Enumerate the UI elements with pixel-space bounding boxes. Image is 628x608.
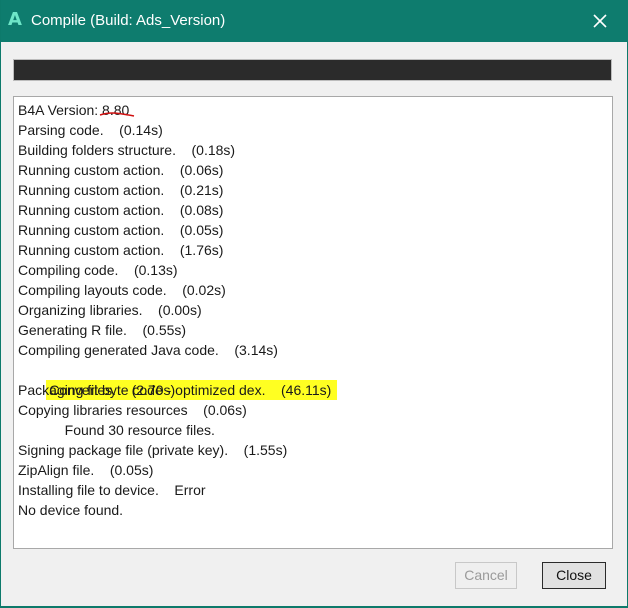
log-line: Parsing code. (0.14s) bbox=[18, 122, 163, 138]
title-bar[interactable]: A Compile (Build: Ads_Version) bbox=[1, 0, 628, 42]
log-line: Compiling layouts code. (0.02s) bbox=[18, 282, 226, 298]
log-line: Running custom action. (0.08s) bbox=[18, 202, 224, 218]
b4a-app-icon: A bbox=[8, 9, 22, 30]
compile-progress-bar bbox=[13, 59, 612, 81]
close-window-button[interactable] bbox=[585, 6, 615, 36]
log-line: Running custom action. (1.76s) bbox=[18, 242, 224, 258]
log-line: Copying libraries resources (0.06s) bbox=[18, 402, 247, 418]
log-line: Signing package file (private key). (1.5… bbox=[18, 442, 288, 458]
log-line: Found 30 resource files. bbox=[18, 422, 215, 438]
version-underline-mark bbox=[99, 112, 135, 117]
log-line: Installing file to device. Error bbox=[18, 482, 206, 498]
log-line: Compiling generated Java code. (3.14s) bbox=[18, 342, 278, 358]
close-icon bbox=[593, 14, 607, 28]
compile-log[interactable]: B4A Version: 8.80 Parsing code. (0.14s) … bbox=[13, 96, 613, 549]
log-line: Generating R file. (0.55s) bbox=[18, 322, 187, 338]
window-title: Compile (Build: Ads_Version) bbox=[31, 12, 226, 29]
log-line: No device found. bbox=[18, 502, 124, 518]
cancel-button[interactable]: Cancel bbox=[455, 562, 517, 589]
log-line: Organizing libraries. (0.00s) bbox=[18, 302, 202, 318]
log-line: ZipAlign file. (0.05s) bbox=[18, 462, 154, 478]
log-line: Running custom action. (0.21s) bbox=[18, 182, 224, 198]
close-button[interactable]: Close bbox=[542, 562, 606, 589]
log-line: Packaging files. (2.70s) bbox=[18, 382, 176, 398]
log-line: B4A Version: 8.80 bbox=[18, 102, 130, 118]
log-line: Running custom action. (0.06s) bbox=[18, 162, 224, 178]
progress-fill bbox=[14, 60, 611, 80]
log-line: Running custom action. (0.05s) bbox=[18, 222, 224, 238]
log-line-row: Convert byte code - optimized dex. (46.1… bbox=[18, 360, 608, 400]
log-line: Compiling code. (0.13s) bbox=[18, 262, 178, 278]
log-line: Building folders structure. (0.18s) bbox=[18, 142, 236, 158]
compile-dialog: A Compile (Build: Ads_Version) B4A Versi… bbox=[0, 0, 628, 608]
log-lines: B4A Version: 8.80 Parsing code. (0.14s) … bbox=[18, 100, 608, 520]
